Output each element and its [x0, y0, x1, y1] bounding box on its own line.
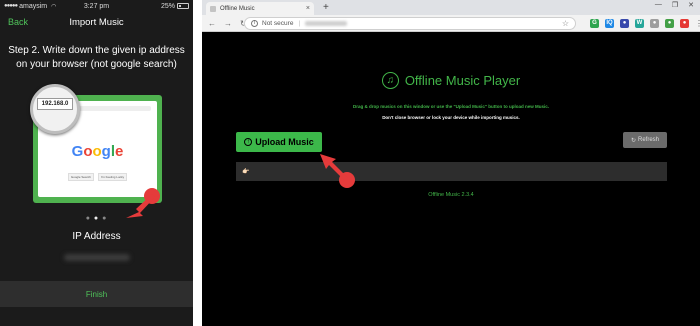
- pointer-arrow-icon: [126, 188, 160, 218]
- upload-instructions: Drag & drop musics on this window or use…: [352, 104, 550, 109]
- back-button[interactable]: Back: [8, 17, 28, 27]
- magnified-ip: 192.168.0: [37, 98, 73, 110]
- refresh-icon: ↻: [630, 137, 636, 144]
- maximize-icon[interactable]: ❐: [672, 1, 678, 9]
- security-status: Not secure: [262, 20, 294, 27]
- page-content: ♫ Offline Music Player Drag & drop music…: [202, 32, 700, 326]
- refresh-label: Refresh: [638, 137, 660, 143]
- step-instructions: Step 2. Write down the given ip address …: [8, 45, 185, 70]
- refresh-button[interactable]: ↻ Refresh: [623, 132, 667, 148]
- page-indicator: ● ● ●: [0, 215, 193, 222]
- ip-address-value-redacted: [64, 254, 130, 261]
- window-controls: — ❐ ✕: [655, 1, 694, 9]
- extension-icons: G IQ ● W ● ● ● ⋮: [590, 19, 700, 28]
- google-logo-letter: G: [71, 143, 84, 160]
- google-logo: Google: [38, 143, 157, 160]
- extension-icon[interactable]: ●: [680, 19, 689, 28]
- ip-address-label: IP Address: [72, 231, 121, 242]
- tab-title: Offline Music: [220, 5, 255, 12]
- finish-button[interactable]: Finish: [0, 281, 193, 307]
- hand-pointing-icon: 👉🏻: [242, 169, 250, 175]
- minimize-icon[interactable]: —: [655, 1, 662, 9]
- app-header: ♫ Offline Music Player: [202, 72, 700, 89]
- extension-icon[interactable]: W: [635, 19, 644, 28]
- google-logo-letter: o: [92, 143, 102, 160]
- warning-text: Don't close browser or lock your device …: [382, 115, 520, 120]
- address-bar[interactable]: i Not secure | ☆: [244, 17, 576, 30]
- extension-icon[interactable]: ●: [620, 19, 629, 28]
- google-logo-letter: g: [101, 143, 111, 160]
- separator: |: [298, 20, 301, 27]
- page-dot-active: ●: [93, 215, 100, 222]
- status-bar: ●●●●● amaysim ◠ 3:27 pm 25%: [0, 0, 193, 12]
- upload-music-button[interactable]: ↑ Upload Music: [236, 132, 322, 152]
- battery-icon: [177, 3, 189, 9]
- phone-screen: ●●●●● amaysim ◠ 3:27 pm 25% Back Import …: [0, 0, 193, 326]
- close-tab-icon[interactable]: ×: [306, 5, 310, 12]
- illustration-buttons: Google Search I'm Feeling Lucky: [38, 173, 157, 181]
- menu-dots-icon[interactable]: ⋮: [695, 19, 700, 28]
- url-redacted: [305, 21, 348, 26]
- extension-icon[interactable]: G: [590, 19, 599, 28]
- tab-offline-music[interactable]: Offline Music ×: [206, 2, 314, 15]
- pointer-arrow-icon: [320, 154, 355, 188]
- favicon-icon: [210, 5, 216, 12]
- google-logo-letter: e: [115, 143, 124, 160]
- illustration-search-button: Google Search: [67, 173, 94, 181]
- upload-icon: ↑: [244, 138, 253, 146]
- magnifier-icon: 192.168.0: [30, 84, 80, 134]
- back-arrow-icon[interactable]: ←: [208, 19, 216, 28]
- tab-strip: Offline Music × + — ❐ ✕: [202, 0, 700, 15]
- browser-toolbar: ← → ↻ i Not secure | ☆ GIQ●W●●●⋮: [202, 15, 700, 32]
- desktop-browser: Offline Music × + — ❐ ✕ ← → ↻ i Not secu…: [202, 0, 700, 326]
- song-list-bar: 👉🏻: [236, 162, 667, 181]
- bookmark-star-icon[interactable]: ☆: [562, 19, 569, 28]
- battery-status: 25%: [161, 3, 189, 10]
- battery-percent: 25%: [160, 2, 175, 10]
- page-dot: ●: [85, 215, 91, 222]
- version-label: Offline Music 2.3.4: [428, 192, 474, 198]
- illustration-lucky-button: I'm Feeling Lucky: [97, 173, 128, 181]
- close-window-icon[interactable]: ✕: [688, 1, 694, 9]
- page-title: Import Music: [69, 16, 124, 28]
- extension-icon[interactable]: ●: [665, 19, 674, 28]
- extension-icon[interactable]: IQ: [605, 19, 614, 28]
- upload-music-label: Upload Music: [255, 137, 314, 147]
- music-note-icon: ♫: [381, 72, 399, 89]
- page-dot: ●: [102, 215, 108, 222]
- info-icon[interactable]: i: [251, 20, 258, 27]
- nav-bar: Back Import Music: [0, 12, 193, 32]
- extension-icon[interactable]: ●: [650, 19, 659, 28]
- app-title: Offline Music Player: [404, 73, 521, 88]
- new-tab-button[interactable]: +: [323, 2, 329, 13]
- forward-arrow-icon[interactable]: →: [224, 19, 232, 28]
